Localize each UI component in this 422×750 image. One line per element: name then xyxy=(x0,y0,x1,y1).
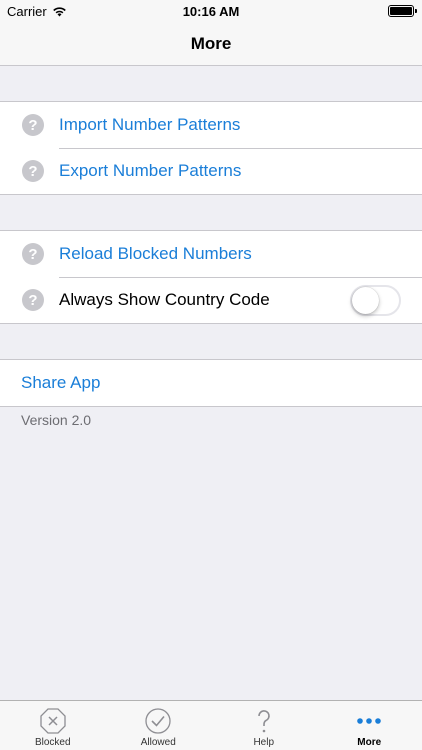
tab-help[interactable]: Help xyxy=(211,701,317,750)
patterns-section: ? Import Number Patterns ? Export Number… xyxy=(0,101,422,195)
battery-icon xyxy=(388,5,417,17)
share-app-label: Share App xyxy=(21,373,101,392)
tab-blocked[interactable]: Blocked xyxy=(0,701,106,750)
reload-blocked-label: Reload Blocked Numbers xyxy=(59,244,252,263)
help-icon[interactable]: ? xyxy=(22,289,44,311)
import-patterns-label: Import Number Patterns xyxy=(59,115,241,134)
tab-label: More xyxy=(357,737,382,748)
status-bar: Carrier 10:16 AM xyxy=(0,0,422,22)
toggle-knob xyxy=(352,287,379,314)
export-patterns-label: Export Number Patterns xyxy=(59,161,242,180)
export-patterns-row[interactable]: ? Export Number Patterns xyxy=(0,148,422,194)
allowed-icon xyxy=(144,707,172,735)
version-label: Version 2.0 xyxy=(21,412,92,428)
import-patterns-row[interactable]: ? Import Number Patterns xyxy=(0,102,422,148)
help-question-icon xyxy=(250,707,278,735)
share-section: Share App xyxy=(0,359,422,407)
tab-allowed[interactable]: Allowed xyxy=(106,701,212,750)
blocked-icon xyxy=(39,707,67,735)
country-code-row: ? Always Show Country Code xyxy=(0,277,422,323)
settings-section: ? Reload Blocked Numbers ? Always Show C… xyxy=(0,230,422,324)
country-code-toggle[interactable] xyxy=(350,285,401,316)
help-icon[interactable]: ? xyxy=(22,243,44,265)
tab-label: Help xyxy=(253,737,275,748)
help-icon[interactable]: ? xyxy=(22,160,44,182)
page-title: More xyxy=(190,34,232,53)
help-icon[interactable]: ? xyxy=(22,114,44,136)
navigation-bar: More xyxy=(0,22,422,66)
tab-more[interactable]: More xyxy=(317,701,422,750)
country-code-label: Always Show Country Code xyxy=(59,290,270,309)
reload-blocked-row[interactable]: ? Reload Blocked Numbers xyxy=(0,231,422,277)
tab-label: Allowed xyxy=(140,737,176,748)
tab-bar: Blocked Allowed Help More xyxy=(0,700,422,750)
share-app-row[interactable]: Share App xyxy=(0,360,422,406)
status-time: 10:16 AM xyxy=(182,4,240,19)
more-icon xyxy=(355,707,383,735)
tab-label: Blocked xyxy=(34,737,71,748)
